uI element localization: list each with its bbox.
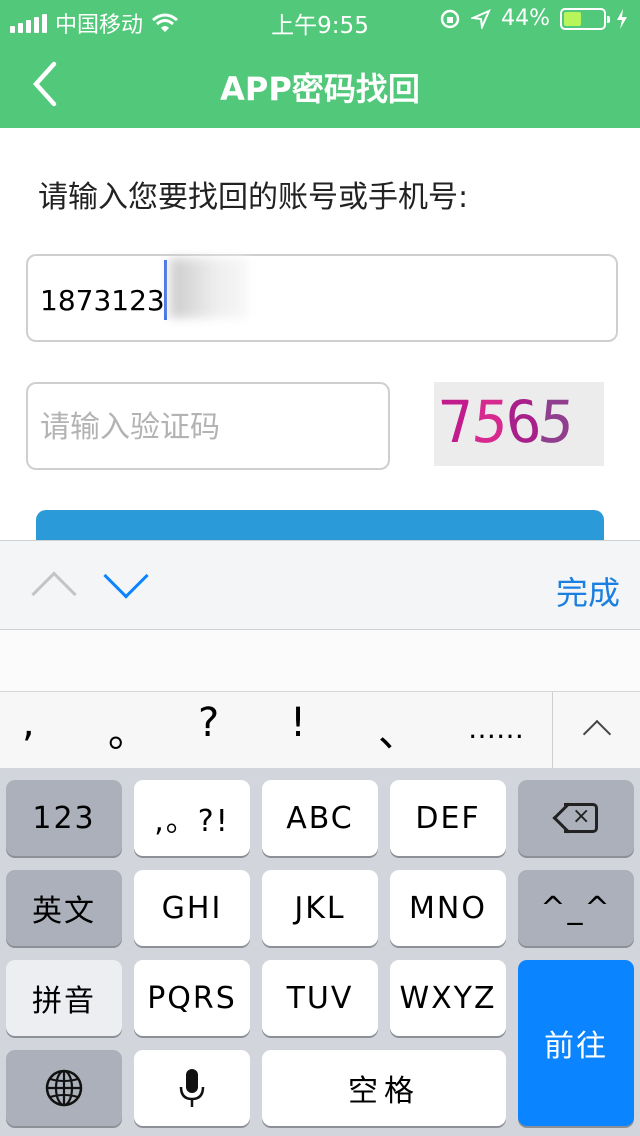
space-key[interactable]: 空格: [262, 1050, 506, 1126]
punct-period[interactable]: 。: [108, 700, 148, 758]
candidate-bar: [0, 630, 640, 692]
key-ghi[interactable]: GHI: [134, 870, 250, 946]
charging-icon: [617, 8, 627, 29]
globe-key[interactable]: [6, 1050, 122, 1126]
location-icon: [471, 8, 492, 29]
punct-comma[interactable]: ,: [22, 700, 35, 746]
captcha-input[interactable]: [40, 404, 370, 450]
done-button[interactable]: 完成: [556, 568, 620, 614]
key-punctuation[interactable]: ,。?!: [134, 780, 250, 856]
microphone-icon: [179, 1069, 205, 1107]
account-input[interactable]: 1873123: [26, 254, 618, 342]
delete-key[interactable]: ×: [518, 780, 634, 856]
captcha-digit: 5: [535, 388, 576, 456]
captcha-input-box[interactable]: [26, 382, 390, 470]
rotation-lock-icon: [440, 9, 460, 28]
chevron-up-icon: [582, 719, 612, 749]
punctuation-row: [0, 692, 640, 768]
key-tuv[interactable]: TUV: [262, 960, 378, 1036]
backspace-icon: ×: [552, 802, 598, 834]
top-bar: 中国移动 上午9:55 44% APP密码找回: [0, 0, 640, 128]
key-emoticon[interactable]: ^_^: [518, 870, 634, 946]
battery-percent: 44%: [501, 6, 550, 31]
battery-icon: [560, 7, 610, 30]
dictation-key[interactable]: [134, 1050, 250, 1126]
redacted-digits: [170, 258, 248, 318]
key-jkl[interactable]: JKL: [262, 870, 378, 946]
key-wxyz[interactable]: WXYZ: [390, 960, 506, 1036]
punct-enumeration-comma[interactable]: 、: [378, 700, 418, 758]
key-pinyin[interactable]: 拼音: [6, 960, 122, 1036]
key-english[interactable]: 英文: [6, 870, 122, 946]
punct-ellipsis[interactable]: ……: [468, 712, 524, 745]
account-input-value: 1873123: [40, 284, 165, 317]
page-title: APP密码找回: [220, 70, 420, 108]
text-caret: [164, 260, 167, 320]
keyboard-accessory-bar: [0, 540, 640, 630]
globe-icon: [45, 1069, 83, 1107]
key-mno[interactable]: MNO: [390, 870, 506, 946]
status-bar: 中国移动 上午9:55 44%: [0, 0, 640, 40]
key-pqrs[interactable]: PQRS: [134, 960, 250, 1036]
key-abc[interactable]: ABC: [262, 780, 378, 856]
punct-question[interactable]: ?: [198, 700, 219, 746]
go-key[interactable]: 前往: [518, 960, 634, 1126]
key-123[interactable]: 123: [6, 780, 122, 856]
captcha-text: 7565: [436, 388, 576, 456]
punct-exclamation[interactable]: !: [290, 700, 306, 746]
key-def[interactable]: DEF: [390, 780, 506, 856]
captcha-image[interactable]: 7565: [434, 382, 604, 466]
account-prompt: 请输入您要找回的账号或手机号:: [38, 180, 469, 215]
keyboard: 123 ,。?! ABC DEF × 英文 GHI JKL MNO ^_^ 拼音…: [0, 768, 640, 1136]
nav-bar: APP密码找回: [0, 40, 640, 128]
expand-candidates-button[interactable]: [552, 692, 640, 768]
